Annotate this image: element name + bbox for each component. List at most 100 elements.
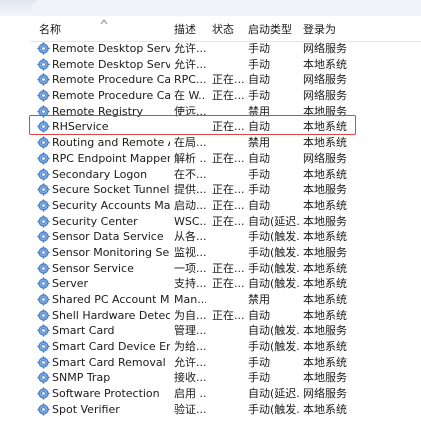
services-list: Remote Desktop Services允许...手动网络服务Remote… [30,41,421,418]
service-startup-type: 手动 [248,167,270,181]
service-status: 正在... [212,183,244,197]
service-name: Sensor Service [52,261,134,275]
service-startup-type: 手动(触发... [248,261,300,275]
service-status [212,403,244,417]
service-name: Smart Card Device Enumer... [52,340,170,354]
table-row[interactable]: Smart Card Removal Policy 允许... 手动 本地系统 [30,355,421,371]
service-name: Secure Socket Tunneling P... [52,183,170,197]
table-row[interactable]: Spot Verifier 验证... 手动(触发...本地系统 [30,402,421,418]
service-status [212,246,244,260]
service-logon-as: 本地系统 [303,167,347,181]
service-description: 支持... [174,277,206,291]
table-row[interactable]: Sensor Monitoring Service 监视... 手动(触发...本地… [30,245,421,261]
service-status [212,42,244,56]
service-logon-as: 本地系统 [303,402,347,416]
service-name: Secondary Logon [52,167,148,181]
table-row[interactable]: Remote Desktop Services ... 允许... 手动 本地系统 [30,57,421,73]
column-header-status[interactable]: 状态 [212,23,246,37]
service-logon-as: 网络服务 [303,73,347,87]
column-header-description[interactable]: 描述 [174,23,208,37]
service-startup-type: 自动 [248,308,270,322]
gear-service-icon [37,277,50,290]
service-logon-as: 本地服务 [303,183,347,197]
service-name: Sensor Monitoring Service [52,245,170,259]
service-description: 一项... [174,261,206,275]
table-row[interactable]: Shell Hardware Detection 为自... 正在... 自动 本地系统 [30,308,421,324]
service-description: 启动... [174,198,206,212]
service-logon-as: 本地系统 [303,230,347,244]
service-startup-type: 手动(触发... [248,402,300,416]
column-header-name[interactable]: 名称 [39,23,159,37]
service-name: Spot Verifier [52,402,120,416]
service-startup-type: 手动 [248,183,270,197]
service-name: Smart Card Removal Policy [52,355,170,369]
service-status: 正在... [212,89,244,103]
table-row[interactable]: Sensor Service 一项... 正在... 手动(触发...本地系统 [30,261,421,277]
column-header-logon-as[interactable]: 登录为 [303,23,363,37]
gear-service-icon [37,403,50,416]
table-row[interactable]: Shared PC Account Manager Man... 禁用 本地系统 [30,292,421,308]
column-header-startup-type[interactable]: 启动类型 [248,23,300,37]
gear-service-icon [37,371,50,385]
table-row[interactable]: RPC Endpoint Mapper 解析 ... 正在... 自动 网络服务 [30,151,421,167]
service-status: 正在... [212,198,244,212]
gear-service-icon [37,152,50,165]
service-name: RPC Endpoint Mapper [52,151,170,165]
service-status: 正在... [212,151,244,165]
service-startup-type: 手动(触发... [248,230,300,244]
table-row[interactable]: Secondary Logon 在不... 手动 本地系统 [30,167,421,183]
service-description: Man... [174,293,206,306]
gear-service-icon [37,309,50,322]
table-row[interactable]: Secure Socket Tunneling P... 提供... 正在... 手动… [30,182,421,198]
table-row[interactable]: Security Center WSC... 正在... 自动(延迟...本地服务 [30,214,421,230]
gear-service-icon [37,293,50,306]
table-row[interactable]: Security Accounts Manager 启动... 正在... 自动 本地系… [30,198,421,214]
service-startup-type: 手动 [248,89,270,103]
service-name: Remote Procedure Call (R... [52,89,170,103]
service-name: Security Center [52,214,138,228]
service-description: 解析 ... [174,151,206,165]
service-status: 正在... [212,261,244,275]
table-row[interactable]: Software Protection 启用 ... 自动(延迟...网络服务 [30,386,421,402]
table-row[interactable]: Remote Desktop Services 允许... 手动 网络服务 [30,41,421,57]
gear-service-icon [37,324,50,337]
service-logon-as: 本地系统 [303,277,347,291]
service-status: 正在... [212,73,244,87]
service-logon-as: 网络服务 [303,151,347,165]
gear-service-icon [37,214,50,228]
service-description: 允许... [174,57,206,71]
table-row[interactable]: Sensor Data Service 从各... 手动(触发...本地系统 [30,229,421,245]
table-row[interactable]: SNMP Trap 接收... 手动 本地服务 [30,370,421,386]
gear-service-icon [37,246,50,259]
gear-service-icon [37,230,50,243]
service-description: 验证... [174,402,206,416]
service-name: Server [52,277,89,291]
table-row[interactable]: Smart Card 管理... 自动(触发...本地服务 [30,323,421,339]
service-status: 正在... [212,214,244,228]
selection-highlight-box [29,115,356,135]
gear-service-icon [37,356,50,369]
service-name: Remote Procedure Call (R... [52,73,170,87]
service-logon-as: 网络服务 [303,89,347,103]
table-row[interactable]: Remote Procedure Call (R... RPC... 正在... 自动… [30,72,421,88]
service-status: 正在... [212,277,244,291]
service-logon-as: 本地服务 [303,324,347,338]
service-description: 接收... [174,371,206,385]
service-startup-type: 自动(触发... [248,324,300,338]
service-description: 提供... [174,183,206,197]
gear-service-icon [37,42,50,55]
service-logon-as: 本地服务 [303,371,347,385]
service-status [212,293,244,307]
table-row[interactable]: Remote Procedure Call (R... 在 W... 正在... 手动… [30,88,421,104]
service-name: Smart Card [52,324,115,338]
gear-service-icon [37,58,50,71]
service-startup-type: 手动 [248,57,270,71]
table-row[interactable]: Server 支持... 正在... 自动(触发...本地系统 [30,276,421,292]
service-name: Remote Desktop Services ... [52,57,170,71]
table-row[interactable]: Routing and Remote Access 在局... 禁用 本地系统 [30,135,421,151]
service-name: Shared PC Account Manager [52,293,170,306]
service-description: 从各... [174,230,206,244]
table-row[interactable]: Smart Card Device Enumer... 为给... 手动(触发...… [30,339,421,355]
service-logon-as: 本地系统 [303,340,347,354]
service-status [212,340,244,354]
